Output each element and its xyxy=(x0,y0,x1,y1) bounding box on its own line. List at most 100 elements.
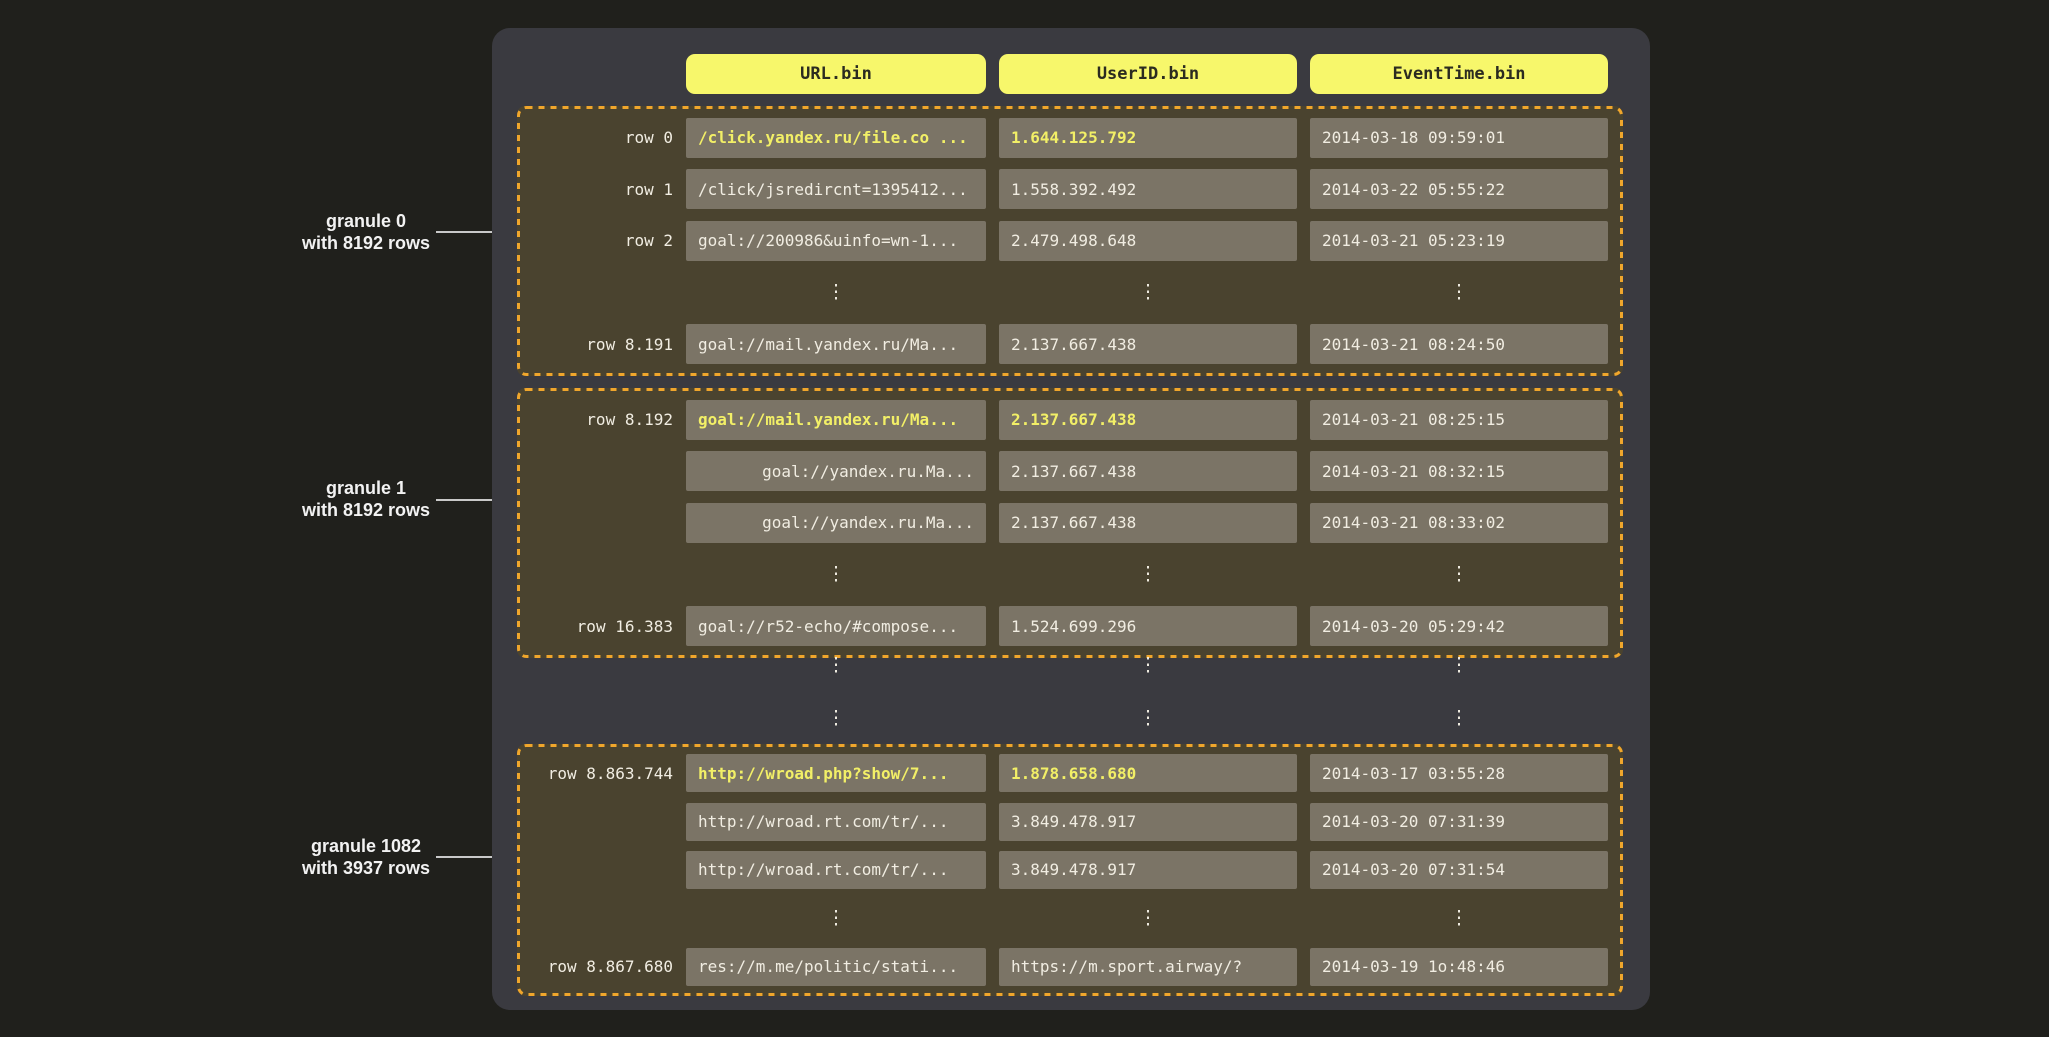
vertical-ellipsis-icon: ⋮ xyxy=(1310,645,1608,685)
granule-1082-box: row 8.863.744 http://wroad.php?show/7... 1… xyxy=(517,744,1623,996)
ellipsis-row: ⋮ ⋮ ⋮ xyxy=(517,698,1623,738)
eventtime-cell: 2014-03-21 08:25:15 xyxy=(1310,400,1608,440)
table-row: row 8.863.744 http://wroad.php?show/7... 1… xyxy=(517,754,1623,792)
row-label: row 16.383 xyxy=(517,606,673,646)
vertical-ellipsis-icon: ⋮ xyxy=(999,645,1297,685)
ellipsis-row: ⋮ ⋮ ⋮ xyxy=(517,273,1623,313)
vertical-ellipsis-icon: ⋮ xyxy=(1310,899,1608,937)
table-row: row 8.191goal://mail.yandex.ru/Ma...2.13… xyxy=(517,324,1623,364)
eventtime-cell: 2014-03-20 07:31:54 xyxy=(1310,851,1608,889)
diagram-stage: granule 0 with 8192 rows granule 1 with … xyxy=(0,0,2049,1037)
userid-cell: 2.479.498.648 xyxy=(999,221,1297,261)
eventtime-cell: 2014-03-21 05:23:19 xyxy=(1310,221,1608,261)
eventtime-cell: 2014-03-21 08:33:02 xyxy=(1310,503,1608,543)
eventtime-cell: 2014-03-21 08:32:15 xyxy=(1310,451,1608,491)
url-cell: goal://mail.yandex.ru/Ma... xyxy=(686,400,986,440)
table-row: row 16.383 goal://r52-echo/#compose... 1.5… xyxy=(517,606,1623,646)
granule-0-box: row 0/click.yandex.ru/file.co ... 1.644.1… xyxy=(517,106,1623,376)
url-cell: http://wroad.rt.com/tr/... xyxy=(686,803,986,841)
userid-cell: 2.137.667.438 xyxy=(999,451,1297,491)
ellipsis-row: ⋮ ⋮ ⋮ xyxy=(517,899,1623,937)
url-cell: goal://200986&uinfo=wn-1... xyxy=(686,221,986,261)
ellipsis-row: ⋮ ⋮ ⋮ xyxy=(517,555,1623,595)
url-cell: /click.yandex.ru/file.co ... xyxy=(686,118,986,158)
row-label xyxy=(517,645,673,685)
row-label xyxy=(517,451,673,491)
granule-1-label-line2: with 8192 rows xyxy=(246,499,486,521)
table-row: row 0/click.yandex.ru/file.co ... 1.644.1… xyxy=(517,118,1623,158)
column-header-eventtime: EventTime.bin xyxy=(1310,54,1608,94)
row-label xyxy=(517,851,673,889)
vertical-ellipsis-icon: ⋮ xyxy=(1310,555,1608,595)
table-row: goal://yandex.ru.Ma... 2.137.667.438 2014-… xyxy=(517,503,1623,543)
row-label xyxy=(517,503,673,543)
vertical-ellipsis-icon: ⋮ xyxy=(1310,273,1608,313)
userid-cell: 3.849.478.917 xyxy=(999,803,1297,841)
eventtime-cell: 2014-03-20 05:29:42 xyxy=(1310,606,1608,646)
vertical-ellipsis-icon: ⋮ xyxy=(686,899,986,937)
userid-cell: 1.644.125.792 xyxy=(999,118,1297,158)
table-row: http://wroad.rt.com/tr/... 3.849.478.917 2… xyxy=(517,803,1623,841)
table-row: row 8.192 goal://mail.yandex.ru/Ma... 2.13… xyxy=(517,400,1623,440)
panel: URL.bin UserID.bin EventTime.bin row 0/c… xyxy=(492,28,1650,1010)
eventtime-cell: 2014-03-20 07:31:39 xyxy=(1310,803,1608,841)
row-label xyxy=(517,555,673,595)
vertical-ellipsis-icon: ⋮ xyxy=(686,273,986,313)
row-label xyxy=(517,803,673,841)
row-label xyxy=(517,273,673,313)
eventtime-cell: 2014-03-18 09:59:01 xyxy=(1310,118,1608,158)
userid-cell: https://m.sport.airway/? xyxy=(999,948,1297,986)
table-row: row 1/click/jsredircnt=1395412... 1.558.3… xyxy=(517,169,1623,209)
userid-cell: 1.558.392.492 xyxy=(999,169,1297,209)
column-header-userid: UserID.bin xyxy=(999,54,1297,94)
vertical-ellipsis-icon: ⋮ xyxy=(999,899,1297,937)
userid-cell: 1.524.699.296 xyxy=(999,606,1297,646)
row-label xyxy=(517,899,673,937)
vertical-ellipsis-icon: ⋮ xyxy=(999,555,1297,595)
eventtime-cell: 2014-03-22 05:55:22 xyxy=(1310,169,1608,209)
url-cell: /click/jsredircnt=1395412... xyxy=(686,169,986,209)
row-label: row 8.863.744 xyxy=(517,754,673,792)
column-headers: URL.bin UserID.bin EventTime.bin xyxy=(517,54,1623,94)
userid-cell: 3.849.478.917 xyxy=(999,851,1297,889)
header-spacer xyxy=(517,54,673,94)
url-cell: goal://mail.yandex.ru/Ma... xyxy=(686,324,986,364)
row-label: row 0 xyxy=(517,118,673,158)
granule-1-label-line1: granule 1 xyxy=(246,477,486,499)
url-cell: http://wroad.php?show/7... xyxy=(686,754,986,792)
userid-cell: 2.137.667.438 xyxy=(999,324,1297,364)
table-row: row 2 goal://200986&uinfo=wn-1... 2.479.49… xyxy=(517,221,1623,261)
vertical-ellipsis-icon: ⋮ xyxy=(686,645,986,685)
row-label: row 2 xyxy=(517,221,673,261)
granule-1082-label-line1: granule 1082 xyxy=(246,835,486,857)
table-row: row 8.867.680 res://m.me/politic/stati...… xyxy=(517,948,1623,986)
column-header-url: URL.bin xyxy=(686,54,986,94)
between-granules-ellipsis: ⋮ ⋮ ⋮ ⋮ ⋮ ⋮ xyxy=(517,645,1623,738)
url-cell: goal://yandex.ru.Ma... xyxy=(686,503,986,543)
granule-1-box: row 8.192 goal://mail.yandex.ru/Ma... 2.13… xyxy=(517,388,1623,658)
url-cell: goal://r52-echo/#compose... xyxy=(686,606,986,646)
userid-cell: 1.878.658.680 xyxy=(999,754,1297,792)
url-cell: res://m.me/politic/stati... xyxy=(686,948,986,986)
granule-0-label-line2: with 8192 rows xyxy=(246,232,486,254)
eventtime-cell: 2014-03-19 1o:48:46 xyxy=(1310,948,1608,986)
table-row: http://wroad.rt.com/tr/...3.849.478.9172… xyxy=(517,851,1623,889)
eventtime-cell: 2014-03-17 03:55:28 xyxy=(1310,754,1608,792)
vertical-ellipsis-icon: ⋮ xyxy=(686,698,986,738)
vertical-ellipsis-icon: ⋮ xyxy=(999,273,1297,313)
eventtime-cell: 2014-03-21 08:24:50 xyxy=(1310,324,1608,364)
granule-0-label-line1: granule 0 xyxy=(246,210,486,232)
table-row: goal://yandex.ru.Ma... 2.137.667.438 2014-… xyxy=(517,451,1623,491)
vertical-ellipsis-icon: ⋮ xyxy=(1310,698,1608,738)
ellipsis-row: ⋮ ⋮ ⋮ xyxy=(517,645,1623,685)
row-label xyxy=(517,698,673,738)
vertical-ellipsis-icon: ⋮ xyxy=(999,698,1297,738)
row-label: row 1 xyxy=(517,169,673,209)
url-cell: goal://yandex.ru.Ma... xyxy=(686,451,986,491)
vertical-ellipsis-icon: ⋮ xyxy=(686,555,986,595)
userid-cell: 2.137.667.438 xyxy=(999,503,1297,543)
userid-cell: 2.137.667.438 xyxy=(999,400,1297,440)
granule-1082-label-line2: with 3937 rows xyxy=(246,857,486,879)
row-label: row 8.192 xyxy=(517,400,673,440)
row-label: row 8.867.680 xyxy=(517,948,673,986)
